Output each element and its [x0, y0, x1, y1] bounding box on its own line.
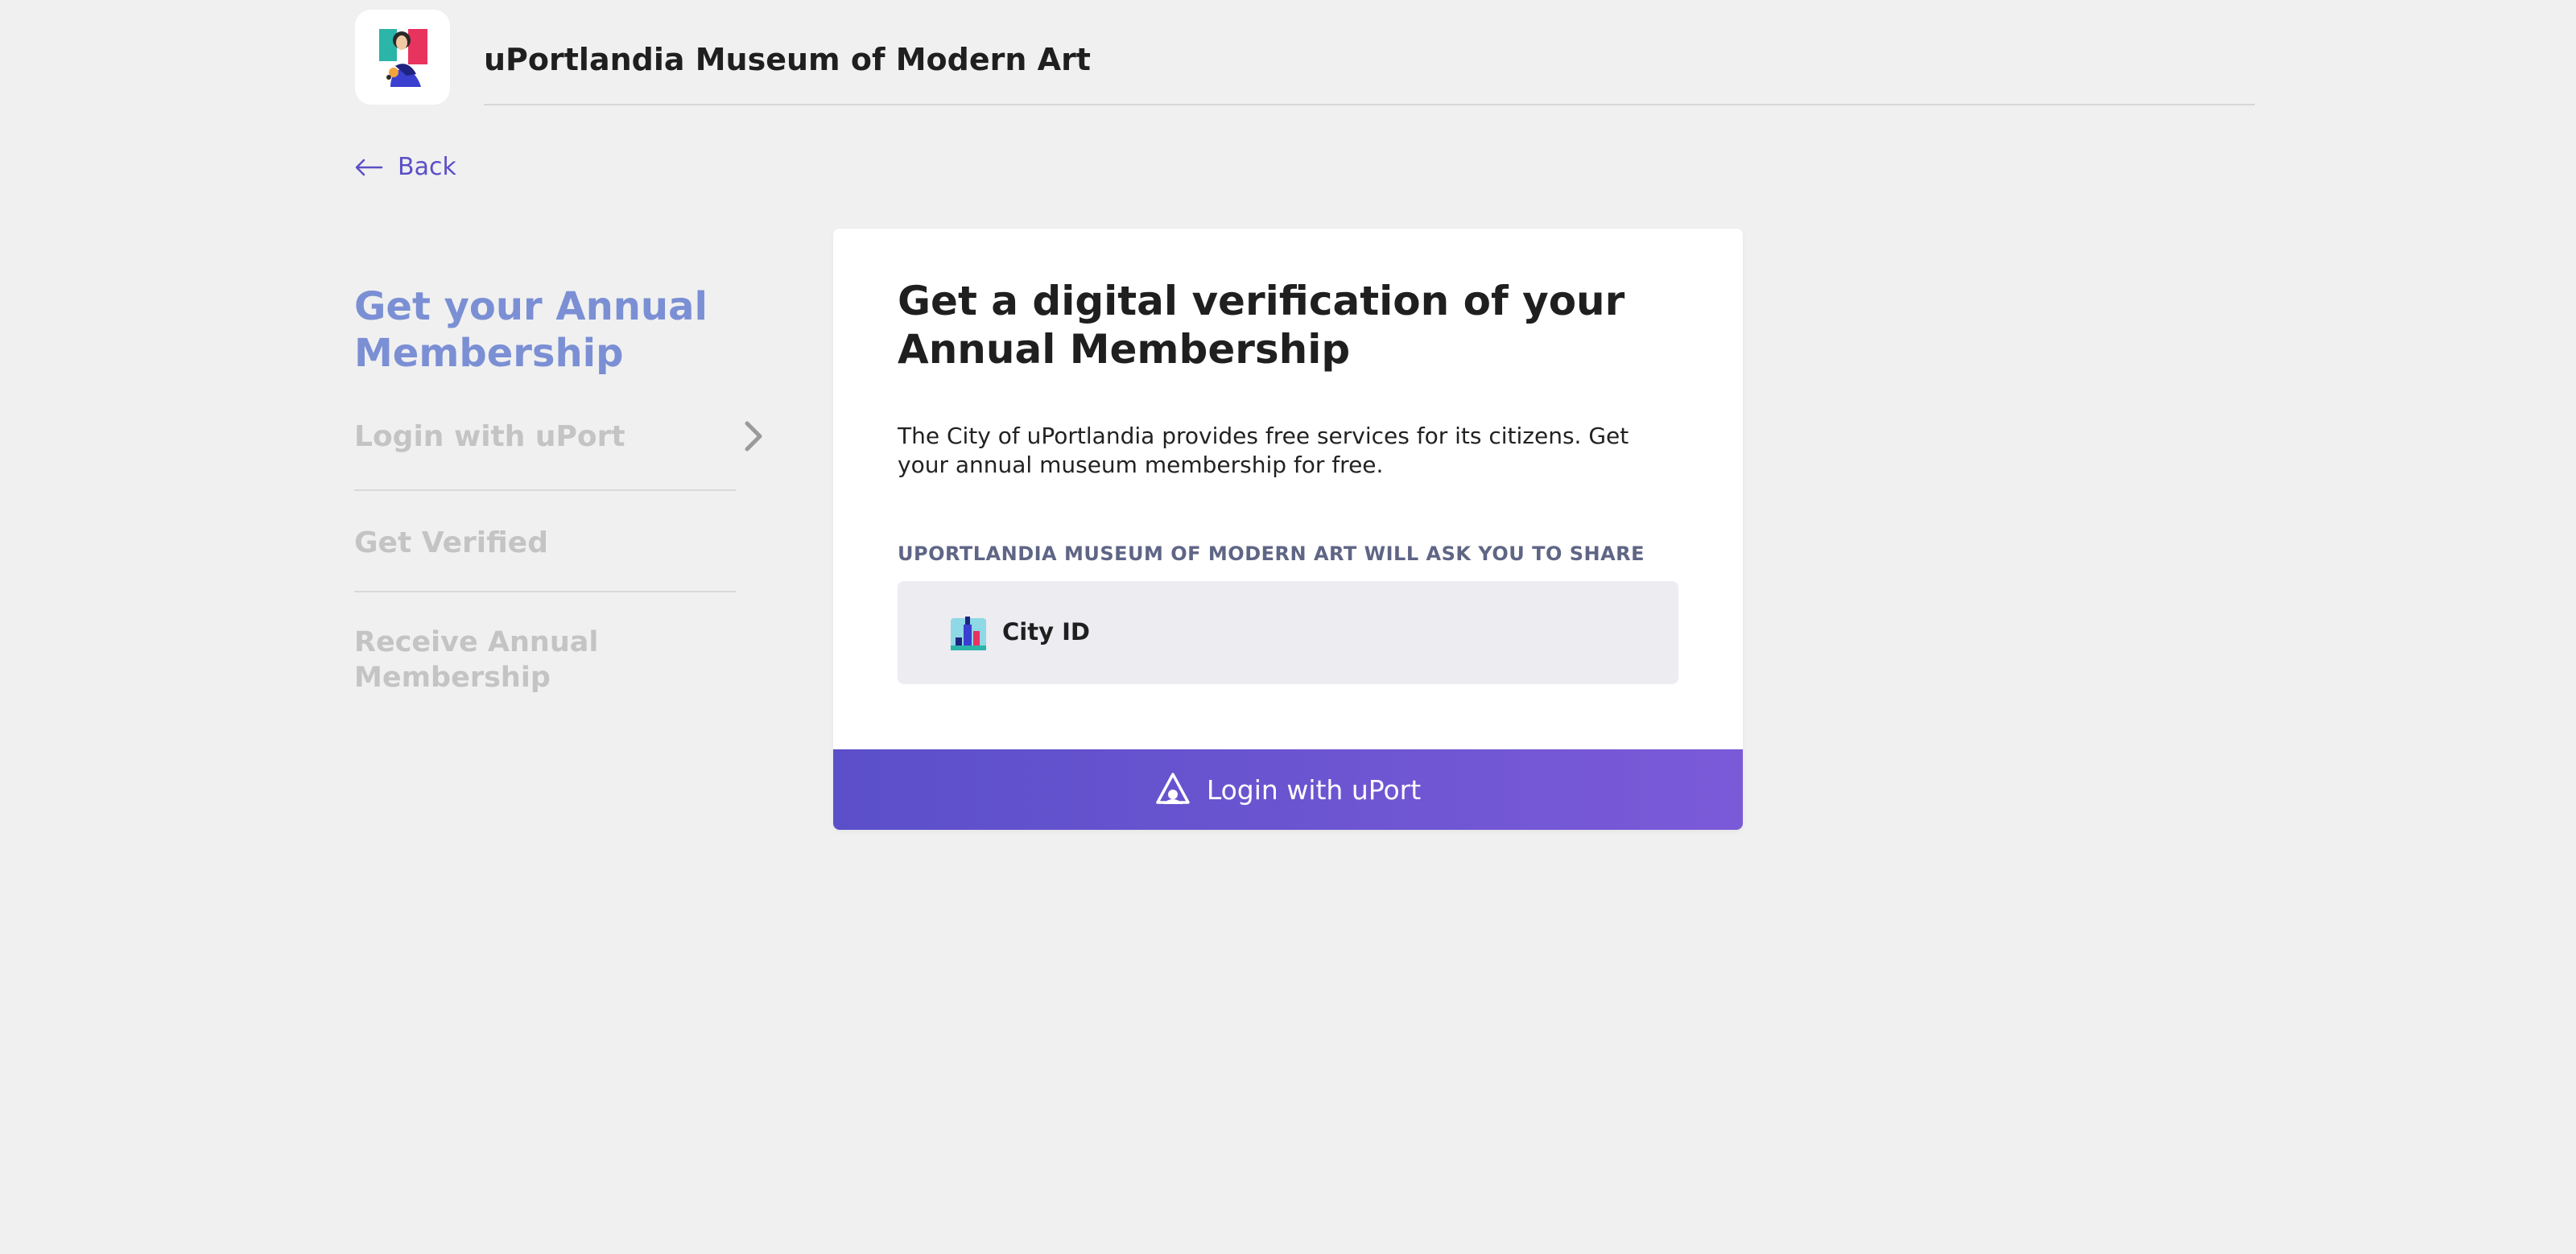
steps-sidebar: Get your Annual Membership Login with uP…	[354, 283, 773, 695]
credential-label: City ID	[1002, 618, 1090, 646]
header-divider	[484, 104, 2255, 105]
credential-item: City ID	[898, 581, 1678, 684]
back-label: Back	[398, 153, 456, 181]
step-label: Receive Annual Membership	[354, 626, 599, 694]
step-login[interactable]: Login with uPort	[354, 409, 762, 491]
card-description: The City of uPortlandia provides free se…	[898, 423, 1629, 478]
login-button-label: Login with uPort	[1206, 773, 1422, 806]
app-header: uPortlandia Museum of Modern Art	[355, 10, 2255, 108]
uport-icon	[1156, 773, 1190, 804]
arrow-left-icon	[355, 159, 383, 175]
step-receive-membership[interactable]: Receive Annual Membership	[354, 592, 736, 695]
share-label: UPORTLANDIA MUSEUM OF MODERN ART WILL AS…	[898, 542, 1645, 565]
step-label: Get Verified	[354, 526, 548, 559]
mona-lisa-logo-icon	[374, 27, 431, 87]
steps-heading: Get your Annual Membership	[354, 284, 708, 376]
card-title: Get a digital verification of your Annua…	[898, 278, 1625, 373]
chevron-right-icon	[745, 421, 762, 452]
back-link[interactable]: Back	[354, 153, 456, 181]
verification-card: Get a digital verification of your Annua…	[833, 229, 1743, 830]
step-get-verified[interactable]: Get Verified	[354, 491, 736, 592]
museum-logo	[355, 10, 450, 105]
city-id-icon	[951, 617, 986, 650]
login-with-uport-button[interactable]: Login with uPort	[833, 749, 1743, 830]
org-title: uPortlandia Museum of Modern Art	[484, 42, 1091, 77]
step-label: Login with uPort	[354, 420, 625, 453]
